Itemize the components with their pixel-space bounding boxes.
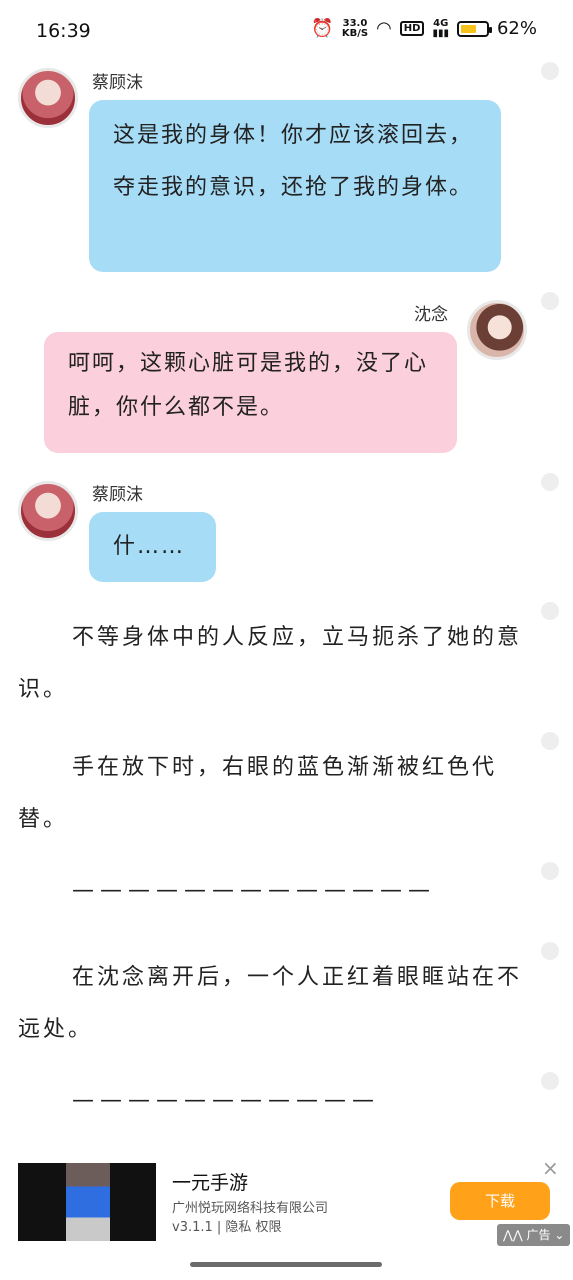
comment-dot[interactable] [541,473,559,491]
ad-thumbnail[interactable] [18,1163,156,1241]
paragraph: 在沈念离开后，一个人正红着眼眶站在不远处。 [18,965,523,1042]
ad-banner[interactable]: 一元手游 广州悦玩网络科技有限公司 v3.1.1 | 隐私 权限 下载 × ⋀⋀… [0,1156,573,1250]
close-icon[interactable]: × [542,1156,559,1180]
paragraph: 手在放下时，右眼的蓝色渐渐被红色代替。 [18,755,498,832]
ad-company: 广州悦玩网络科技有限公司 [172,1201,329,1216]
ad-meta: v3.1.1 | 隐私 权限 [172,1220,282,1235]
hd-icon: HD [399,21,425,36]
avatar-shen[interactable] [467,300,527,360]
wifi-icon: ◠ [376,18,392,39]
comment-dot[interactable] [541,942,559,960]
avatar-cai[interactable] [18,481,78,541]
download-button[interactable]: 下载 [450,1182,550,1220]
comment-dot[interactable] [541,602,559,620]
status-time: 16:39 [36,20,91,42]
paragraph: 不等身体中的人反应，立马扼杀了她的意识。 [18,625,523,702]
speaker-name: 蔡顾沫 [92,485,143,505]
comment-dot[interactable] [541,732,559,750]
battery-icon [456,20,492,37]
signal-icon: 4G ▮▮▮ [432,17,449,39]
chat-bubble: 这是我的身体！你才应该滚回去，夺走我的意识，还抢了我的身体。 [89,100,501,272]
speaker-name: 沈念 [414,305,448,325]
net-speed: 33.0 KB/S [341,17,369,39]
separator-line: ——————————— [72,1088,380,1113]
battery-percent: 62% [496,18,537,39]
comment-dot[interactable] [541,1072,559,1090]
chat-bubble: 什…… [89,512,216,582]
home-indicator[interactable] [190,1262,382,1267]
status-bar: 16:39 ⏰ 33.0 KB/S ◠ HD 4G ▮▮▮ 62% [0,0,573,64]
avatar-cai[interactable] [18,68,78,128]
alarm-icon: ⏰ [311,18,334,39]
separator-line: ————————————— [72,878,436,903]
comment-dot[interactable] [541,292,559,310]
chat-bubble: 呵呵，这颗心脏可是我的，没了心脏，你什么都不是。 [44,332,457,453]
ad-title: 一元手游 [172,1172,249,1194]
comment-dot[interactable] [541,62,559,80]
comment-dot[interactable] [541,862,559,880]
ad-label[interactable]: ⋀⋀ 广告 ⌄ [497,1224,571,1246]
speaker-name: 蔡顾沫 [92,73,143,93]
status-icons: ⏰ 33.0 KB/S ◠ HD 4G ▮▮▮ 62% [311,18,537,39]
